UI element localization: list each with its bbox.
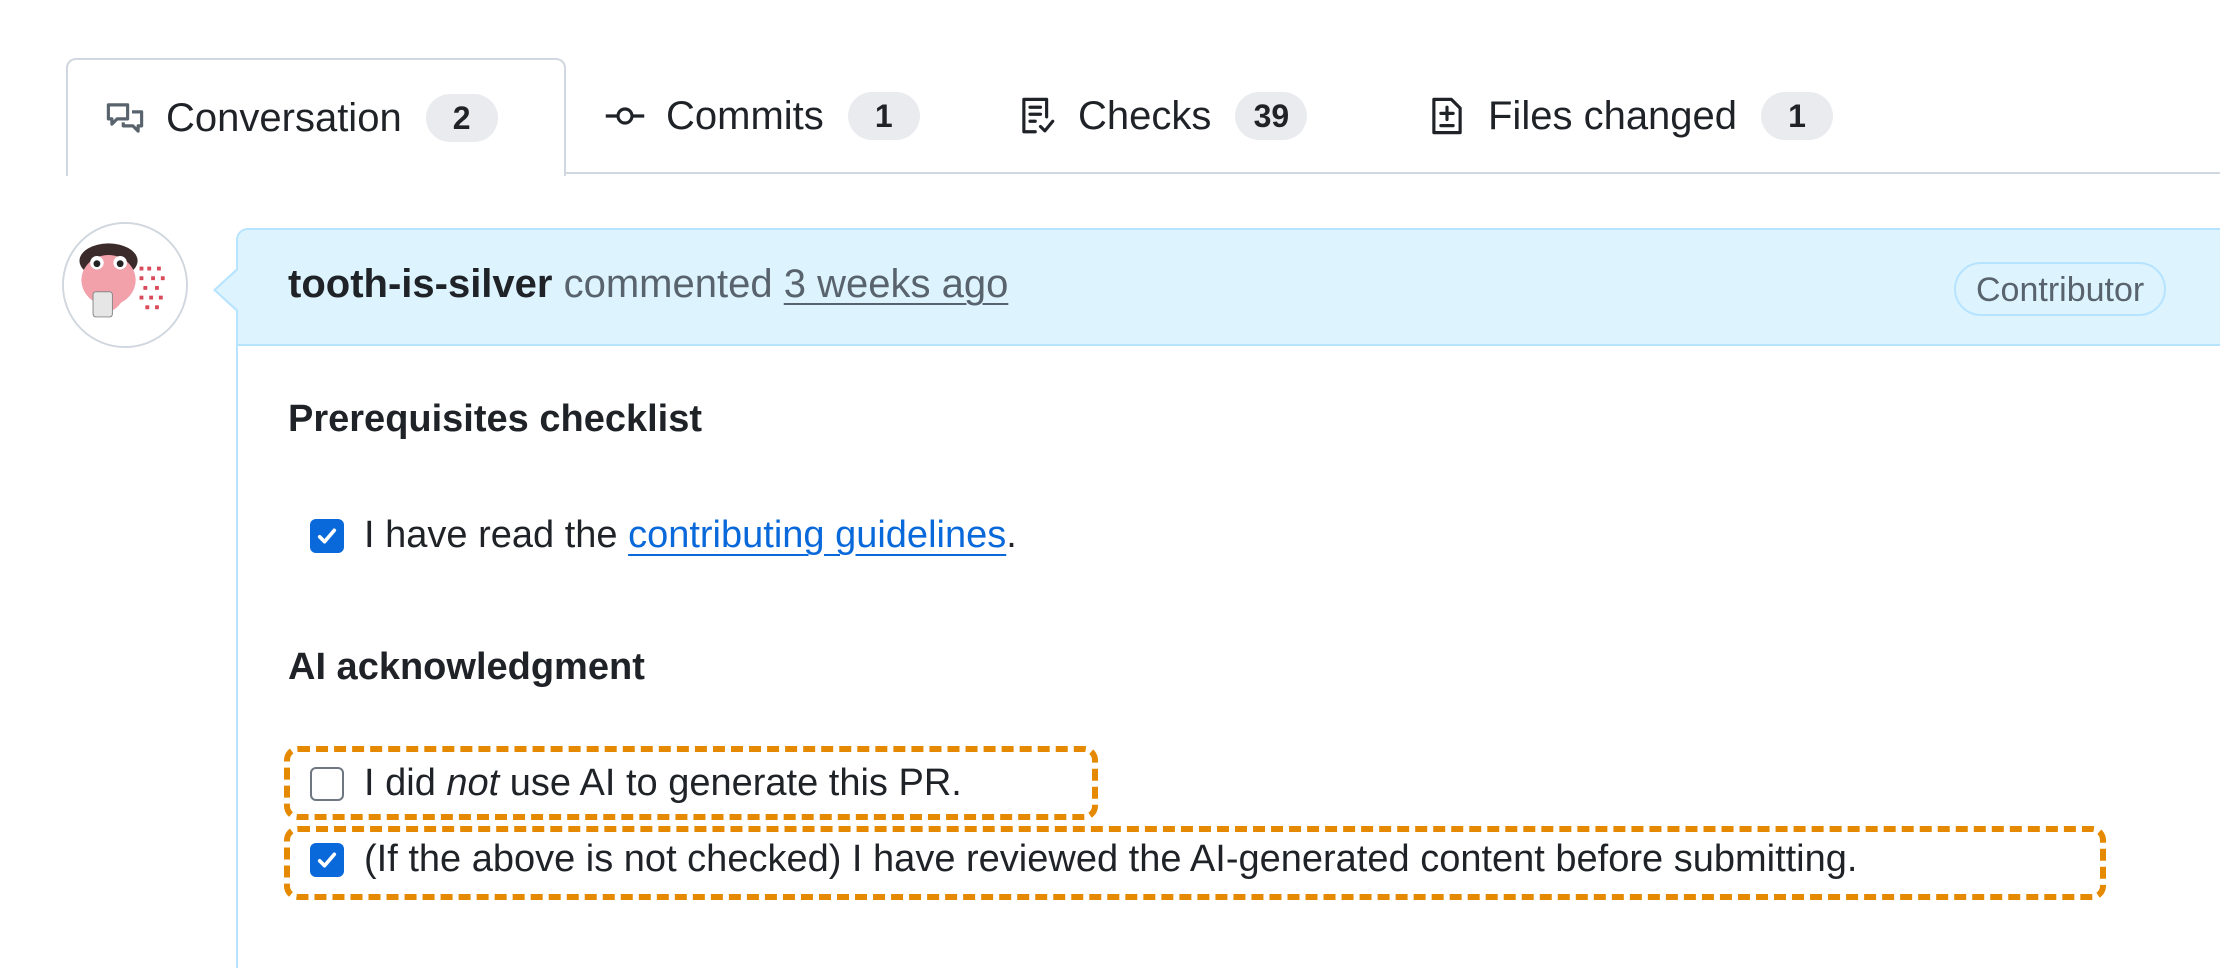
tab-counter: 39 — [1235, 92, 1308, 140]
checklist-icon — [1016, 95, 1058, 137]
user-avatar-icon[interactable] — [62, 222, 188, 348]
tab-label: Commits — [666, 93, 824, 138]
contributor-badge: Contributor — [1954, 262, 2167, 316]
tab-commits[interactable]: Commits 1 — [604, 58, 920, 174]
comment-header: tooth-is-silver commented 3 weeks ago Co… — [238, 230, 2220, 346]
comment-discussion-icon — [104, 97, 146, 139]
ai-acknowledgment-heading: AI acknowledgment — [288, 646, 645, 688]
tab-counter: 1 — [847, 92, 920, 140]
contributing-guidelines-link[interactable]: contributing guidelines — [628, 514, 1006, 556]
tab-counter: 2 — [425, 94, 498, 142]
prereq-checklist-item: I have read the contributing guidelines. — [310, 514, 1017, 557]
tab-label: Checks — [1078, 93, 1212, 138]
comment-action: commented — [563, 262, 773, 306]
tab-counter: 1 — [1761, 92, 1834, 140]
checked-checkbox[interactable] — [310, 518, 344, 553]
checklist-text-prefix: I have read the — [364, 514, 629, 556]
comment-timestamp[interactable]: 3 weeks ago — [784, 262, 1009, 306]
highlight-annotation-2 — [284, 826, 2106, 900]
pr-tab-bar: Conversation 2 Commits 1 Checks 39 Files… — [66, 58, 2220, 176]
comment-author[interactable]: tooth-is-silver — [288, 262, 552, 306]
tab-checks[interactable]: Checks 39 — [1016, 58, 1308, 174]
highlight-annotation-1 — [284, 746, 1098, 820]
tab-label: Conversation — [166, 95, 402, 140]
comment-meta: tooth-is-silver commented 3 weeks ago — [288, 262, 1008, 307]
git-commit-icon — [604, 95, 646, 137]
checklist-text: I have read the contributing guidelines. — [364, 514, 1017, 557]
tab-label: Files changed — [1488, 93, 1738, 138]
file-diff-icon — [1426, 95, 1468, 137]
prerequisites-heading: Prerequisites checklist — [288, 398, 702, 440]
checklist-text-suffix: . — [1006, 514, 1017, 556]
tab-conversation[interactable]: Conversation 2 — [66, 58, 566, 176]
comment-pointer-fill — [216, 270, 238, 310]
tab-files-changed[interactable]: Files changed 1 — [1426, 58, 1834, 174]
